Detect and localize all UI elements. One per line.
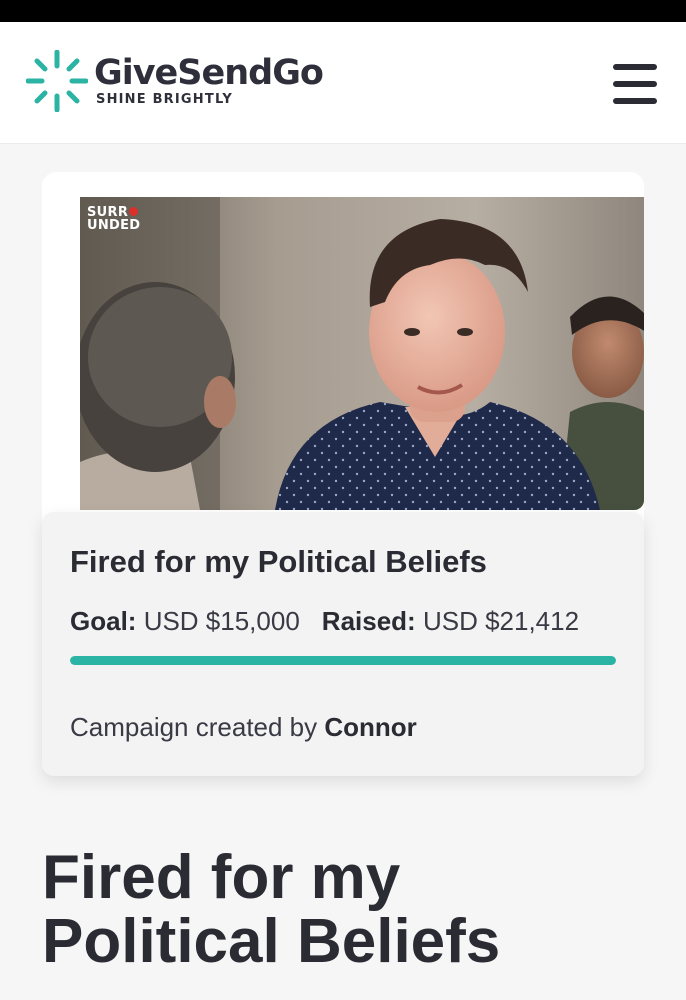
campaign-stats: Goal: USD $15,000 Raised: USD $21,412: [70, 606, 579, 637]
funding-progress-fill: [70, 656, 616, 665]
brand-tagline: SHINE BRIGHTLY: [96, 92, 234, 107]
raised-value: USD $21,412: [422, 606, 580, 636]
created-by-label: Campaign created by: [70, 712, 318, 742]
status-bar: [0, 0, 686, 22]
givesendgo-logo[interactable]: GiveSendGo SHINE BRIGHTLY: [26, 50, 324, 112]
hamburger-menu-icon[interactable]: [610, 64, 660, 104]
surrounded-watermark: SURR UNDED: [87, 205, 141, 233]
page-title: Fired for my Political Beliefs: [42, 843, 501, 976]
goal-value: USD $15,000: [143, 606, 300, 636]
campaign-card-title[interactable]: Fired for my Political Beliefs: [70, 544, 487, 580]
campaign-video[interactable]: SURR UNDED: [80, 197, 644, 510]
sunburst-logo-icon: [26, 50, 88, 112]
video-thumbnail: [80, 197, 644, 510]
campaign-creator-line: Campaign created by Connor: [70, 712, 417, 743]
campaign-info-card: Fired for my Political Beliefs Goal: USD…: [42, 512, 644, 776]
creator-name[interactable]: Connor: [324, 712, 416, 742]
brand-name: GiveSendGo: [94, 53, 324, 93]
site-header: GiveSendGo SHINE BRIGHTLY: [0, 22, 686, 144]
goal-label: Goal:: [70, 606, 137, 636]
raised-label: Raised:: [321, 606, 416, 636]
funding-progress-bar: [70, 656, 616, 665]
red-dot-icon: [129, 207, 139, 216]
